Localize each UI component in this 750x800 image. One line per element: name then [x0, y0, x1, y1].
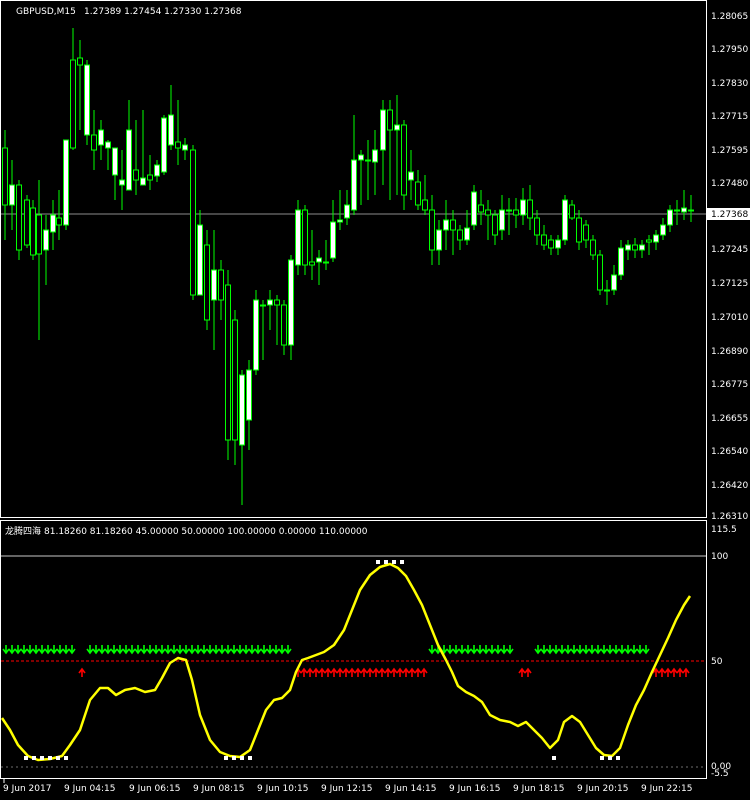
time-axis-label: 9 Jun 16:15: [449, 784, 500, 794]
trading-chart[interactable]: GBPUSD,M15 1.27389 1.27454 1.27330 1.273…: [0, 0, 750, 800]
price-axis-label: 1.27245: [711, 245, 748, 255]
indicator-axis-label: -5.5: [711, 769, 729, 779]
price-axis: 1.28065 1.27950 1.27830 1.27715 1.27595 …: [711, 12, 748, 522]
indicator-header-values: 81.18260 81.18260 45.00000 50.00000 100.…: [44, 527, 368, 537]
square-dot-icon: [384, 560, 388, 564]
square-dot-icon: [392, 560, 396, 564]
price-axis-label: 1.26420: [711, 481, 748, 491]
square-dot-icon: [608, 756, 612, 760]
time-axis-label: 9 Jun 04:15: [64, 784, 115, 794]
square-dot-icon: [376, 560, 380, 564]
square-dot-icon: [224, 756, 228, 760]
square-dot-icon: [400, 560, 404, 564]
price-axis-label: 1.27010: [711, 313, 748, 323]
indicator-axis-label: 115.5: [711, 525, 737, 535]
square-dot-icon: [616, 756, 620, 760]
square-dot-icon: [64, 756, 68, 760]
main-header-ohlc: 1.27389 1.27454 1.27330 1.27368: [84, 7, 242, 17]
time-axis-label: 9 Jun 10:15: [257, 784, 308, 794]
time-axis-label: 9 Jun 06:15: [129, 784, 180, 794]
price-axis-label: 1.26540: [711, 447, 748, 457]
square-dot-icon: [232, 756, 236, 760]
time-axis-label: 9 Jun 12:15: [321, 784, 372, 794]
square-dot-icon: [56, 756, 60, 760]
square-dot-icon: [24, 756, 28, 760]
time-axis-label: 9 Jun 08:15: [193, 784, 244, 794]
price-axis-label: 1.27595: [711, 146, 748, 156]
price-axis-label: 1.26655: [711, 414, 748, 424]
time-axis-label: 9 Jun 2017: [3, 784, 51, 794]
square-dot-icon: [600, 756, 604, 760]
time-axis-label: 9 Jun 22:15: [641, 784, 692, 794]
price-axis-label: 1.27715: [711, 112, 748, 122]
square-dot-icon: [248, 756, 252, 760]
indicator-axis: 115.5 100 50 0.00 -5.5: [711, 525, 737, 779]
price-axis-label: 1.27830: [711, 79, 748, 89]
indicator-axis-label: 50: [711, 657, 723, 667]
indicator-header-name: 龙腾四海: [5, 525, 41, 537]
time-axis-label: 9 Jun 20:15: [577, 784, 628, 794]
price-axis-label: 1.27480: [711, 179, 748, 189]
price-axis-label: 1.26310: [711, 512, 748, 522]
main-header-symbol: GBPUSD,M15: [16, 7, 76, 17]
price-axis-label: 1.27950: [711, 45, 748, 55]
price-axis-label: 1.28065: [711, 12, 748, 22]
square-dot-icon: [552, 756, 556, 760]
indicator-axis-label: 100: [711, 552, 728, 562]
time-axis: 9 Jun 2017 9 Jun 04:15 9 Jun 06:15 9 Jun…: [3, 779, 692, 794]
price-axis-label: 1.27125: [711, 279, 748, 289]
price-axis-label: 1.26890: [711, 347, 748, 357]
time-axis-label: 9 Jun 18:15: [513, 784, 564, 794]
square-dot-icon: [40, 756, 44, 760]
square-dot-icon: [48, 756, 52, 760]
price-axis-label: 1.26775: [711, 380, 748, 390]
current-price-label: 1.27368: [711, 210, 748, 220]
square-dot-icon: [32, 756, 36, 760]
square-dot-icon: [240, 756, 244, 760]
time-axis-label: 9 Jun 14:15: [385, 784, 436, 794]
